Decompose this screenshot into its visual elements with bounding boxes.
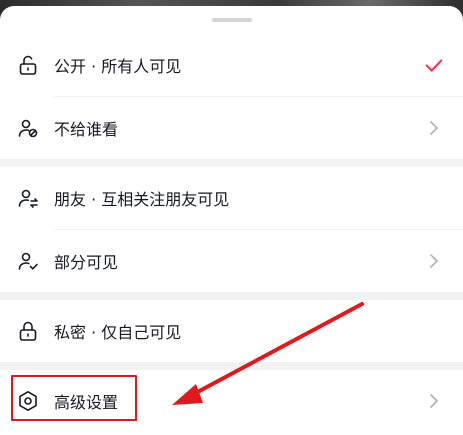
option-label: 朋友 · 互相关注朋友可见 bbox=[54, 190, 230, 209]
user-check-icon bbox=[18, 252, 38, 270]
chevron-right-icon bbox=[430, 394, 438, 408]
option-hide-from[interactable]: 不给谁看 bbox=[0, 97, 463, 159]
option-label: 公开 · 所有人可见 bbox=[54, 57, 182, 76]
option-private[interactable]: 私密 · 仅自己可见 bbox=[0, 300, 463, 362]
option-label: 私密 · 仅自己可见 bbox=[54, 323, 182, 342]
privacy-bottom-sheet: 公开 · 所有人可见 不给谁看 朋友 · 互相关注朋友可见 部分可见 私密 · … bbox=[0, 6, 463, 435]
lock-icon bbox=[19, 321, 37, 341]
option-public[interactable]: 公开 · 所有人可见 bbox=[0, 34, 463, 96]
unlock-icon bbox=[19, 55, 37, 75]
checkmark-icon bbox=[425, 59, 443, 72]
section-gap bbox=[0, 362, 463, 370]
chevron-right-icon bbox=[430, 121, 438, 135]
section-gap bbox=[0, 292, 463, 300]
annotation-highlight-box bbox=[11, 375, 137, 421]
user-mutual-icon bbox=[18, 189, 38, 208]
option-label: 部分可见 bbox=[54, 253, 119, 272]
section-gap bbox=[0, 159, 463, 167]
option-friends[interactable]: 朋友 · 互相关注朋友可见 bbox=[0, 167, 463, 229]
user-blocked-icon bbox=[18, 119, 38, 138]
sheet-drag-handle[interactable] bbox=[212, 18, 252, 22]
chevron-right-icon bbox=[430, 254, 438, 268]
option-label: 不给谁看 bbox=[54, 120, 119, 139]
option-partial[interactable]: 部分可见 bbox=[0, 230, 463, 292]
